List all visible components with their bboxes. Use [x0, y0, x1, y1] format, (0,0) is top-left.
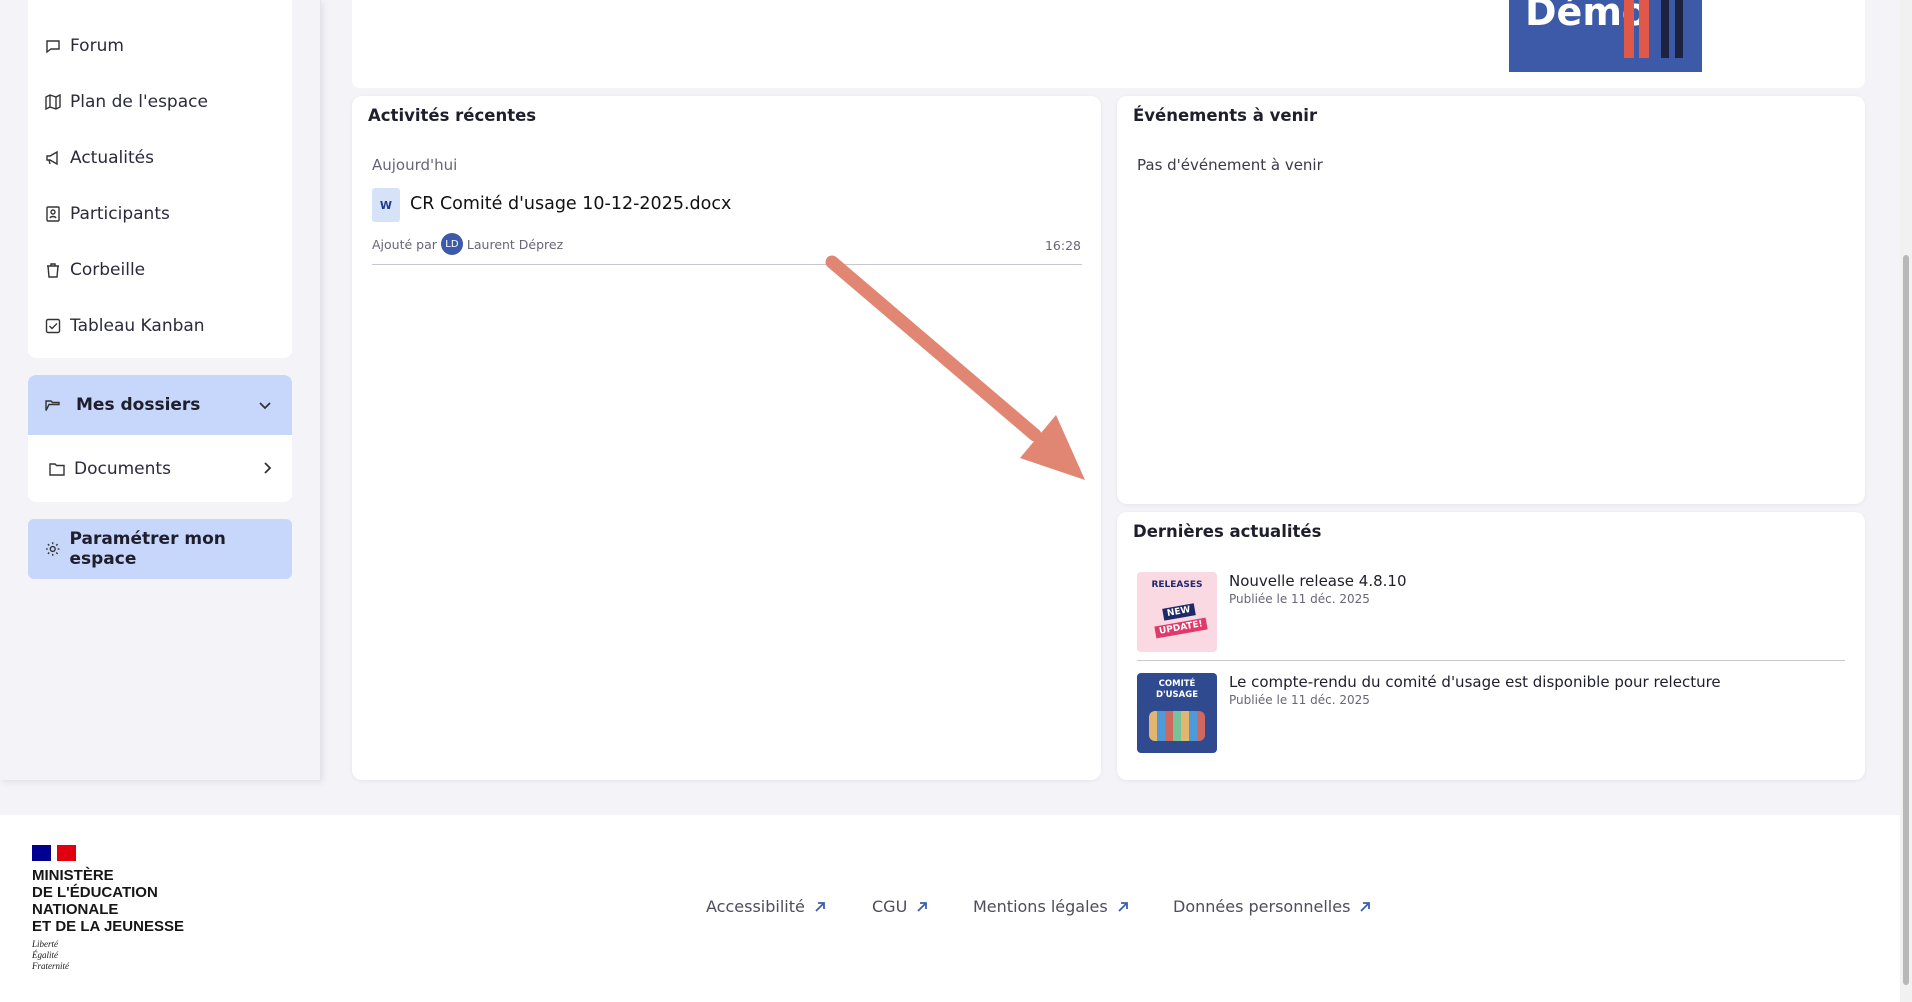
forum-icon	[46, 40, 60, 54]
demo-banner-image: Démo	[1509, 0, 1702, 72]
footer-link-label: CGU	[872, 897, 908, 916]
banner-figure-legs-4	[1675, 0, 1683, 58]
space-settings-button[interactable]: Paramétrer mon espace	[28, 519, 292, 579]
sidebar-item-label: Plan de l'espace	[70, 92, 208, 112]
news-thumbnail-releases: RELEASES NEW UPDATE!	[1137, 572, 1217, 652]
news-item-date: Publiée le 11 déc. 2025	[1229, 693, 1370, 707]
contacts-icon	[46, 206, 60, 222]
external-link-icon	[815, 901, 825, 912]
checkbox-icon	[45, 318, 61, 334]
sidebar-item-label: Actualités	[70, 148, 154, 168]
map-icon	[45, 93, 61, 111]
footer-link-accessibilite[interactable]: Accessibilité	[706, 897, 827, 916]
ministry-line: ET DE LA JEUNESSE	[32, 918, 184, 935]
upcoming-events-panel: Événements à venir Pas d'événement à ven…	[1117, 96, 1865, 504]
latest-news-panel: Dernières actualités RELEASES NEW UPDATE…	[1117, 512, 1865, 780]
megaphone-icon	[46, 150, 58, 166]
ministry-line: NATIONALE	[32, 901, 119, 918]
added-by-row: Ajouté par LD Laurent Déprez	[372, 233, 563, 255]
banner-figure-legs-2	[1639, 0, 1649, 58]
chevron-down-icon	[259, 402, 271, 410]
external-link-icon	[1360, 901, 1371, 912]
news-item-date: Publiée le 11 déc. 2025	[1229, 592, 1370, 606]
documents-folder[interactable]: Documents	[28, 435, 292, 502]
author-name: Laurent Déprez	[466, 236, 564, 252]
trash-icon	[47, 263, 59, 278]
folder-open-icon	[45, 400, 60, 411]
sidebar-nav: Forum Plan de l'espace Actualités Partic…	[28, 0, 292, 358]
sidebar-item-forum[interactable]: Forum	[44, 36, 124, 56]
news-item-title: Nouvelle release 4.8.10	[1229, 572, 1407, 590]
upcoming-events-title: Événements à venir	[1133, 106, 1318, 125]
banner-figure-legs	[1624, 0, 1634, 58]
sidebar-item-actualites[interactable]: Actualités	[44, 148, 154, 168]
thumb-title: COMITÉ	[1158, 679, 1196, 689]
thumb-title-2: D'USAGE	[1155, 690, 1199, 700]
documents-label: Documents	[74, 458, 171, 479]
footer	[0, 815, 1912, 1002]
sidebar-item-participants[interactable]: Participants	[44, 204, 170, 224]
footer-link-label: Données personnelles	[1173, 897, 1351, 916]
my-folders-toggle[interactable]: Mes dossiers	[28, 375, 292, 435]
ministry-name: MINISTÈRE DE L'ÉDUCATION NATIONALE ET DE…	[32, 867, 184, 935]
ministry-line: DE L'ÉDUCATION	[32, 884, 158, 901]
flag-red	[57, 845, 76, 861]
external-link-icon	[1118, 901, 1128, 912]
motto-line: Liberté	[32, 939, 58, 949]
space-settings-label: Paramétrer mon espace	[69, 529, 226, 569]
sidebar-item-label: Corbeille	[70, 260, 146, 280]
gear-icon	[45, 542, 60, 556]
no-events-text: Pas d'événement à venir	[1137, 156, 1323, 174]
file-type-badge-text: W	[379, 198, 393, 212]
motto-line: Égalité	[32, 950, 58, 960]
news-divider	[1137, 660, 1845, 661]
footer-link-label: Accessibilité	[706, 897, 805, 916]
folders-card: Mes dossiers Documents	[28, 375, 292, 502]
my-folders-label: Mes dossiers	[76, 395, 201, 415]
french-flag	[32, 845, 76, 861]
recent-activities-title: Activités récentes	[368, 106, 537, 125]
motto-line: Fraternité	[32, 961, 69, 971]
footer-link-mentions-legales[interactable]: Mentions légales	[973, 897, 1130, 916]
added-by-label: Ajouté par	[372, 236, 437, 252]
recent-day-label: Aujourd'hui	[372, 156, 458, 174]
sidebar-item-label: Participants	[70, 204, 170, 224]
footer-link-donnees-personnelles[interactable]: Données personnelles	[1173, 897, 1372, 916]
sidebar-item-kanban[interactable]: Tableau Kanban	[44, 316, 205, 336]
republic-motto: Liberté Égalité Fraternité	[32, 939, 69, 972]
thumb-badge-update: UPDATE!	[1154, 617, 1208, 639]
sidebar-item-plan[interactable]: Plan de l'espace	[44, 92, 208, 112]
chevron-right-icon	[264, 462, 272, 474]
sidebar-item-label: Tableau Kanban	[70, 316, 205, 336]
sidebar-item-corbeille[interactable]: Corbeille	[44, 260, 145, 280]
recent-file-name[interactable]: CR Comité d'usage 10-12-2025.docx	[410, 194, 731, 214]
banner-figure-legs-3	[1661, 0, 1669, 58]
folder-icon	[49, 462, 65, 476]
flag-blue	[32, 845, 51, 861]
news-item[interactable]: RELEASES NEW UPDATE! Nouvelle release 4.…	[1137, 572, 1845, 662]
footer-link-cgu[interactable]: CGU	[872, 897, 929, 916]
latest-news-title: Dernières actualités	[1133, 522, 1322, 541]
scrollbar-thumb[interactable]	[1903, 255, 1909, 985]
footer-link-label: Mentions légales	[973, 897, 1108, 916]
thumb-badge-new: NEW	[1162, 603, 1196, 621]
ministry-logo: MINISTÈRE DE L'ÉDUCATION NATIONALE ET DE…	[32, 845, 232, 975]
annotation-arrow-icon	[825, 255, 1085, 480]
file-type-badge: W	[372, 188, 400, 222]
news-item-title: Le compte-rendu du comité d'usage est di…	[1229, 673, 1721, 691]
avatar: LD	[440, 233, 463, 255]
avatar-initials: LD	[445, 238, 459, 250]
sidebar-item-label: Forum	[70, 36, 124, 56]
thumb-title: RELEASES	[1151, 580, 1203, 590]
news-thumbnail-comite: COMITÉ D'USAGE	[1137, 673, 1217, 753]
thumb-people-illustration	[1149, 711, 1205, 741]
page-scrollbar[interactable]	[1900, 0, 1912, 1002]
external-link-icon	[917, 901, 928, 912]
ministry-line: MINISTÈRE	[32, 867, 114, 884]
news-item[interactable]: COMITÉ D'USAGE Le compte-rendu du comité…	[1137, 673, 1845, 763]
